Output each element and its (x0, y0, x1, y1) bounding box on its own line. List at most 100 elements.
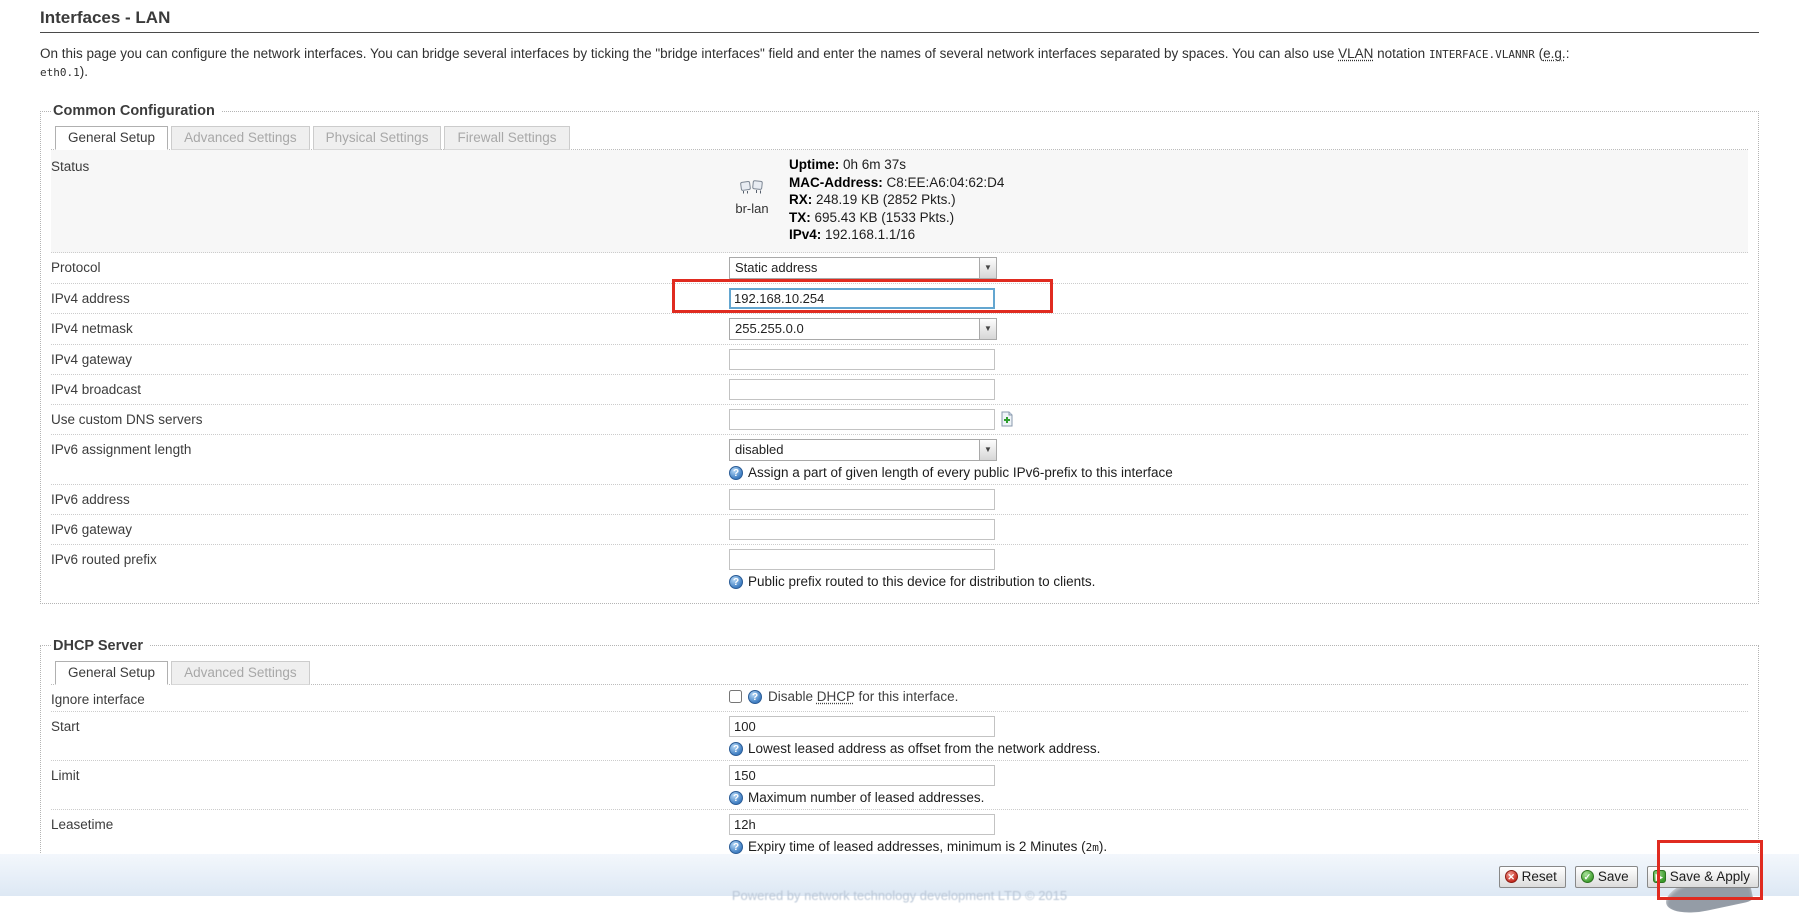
dhcp-leasetime-input[interactable] (729, 814, 995, 835)
dhcp-start-input[interactable] (729, 716, 995, 737)
ignore-interface-row: Ignore interface ? Disable DHCP for this… (51, 685, 1748, 712)
dhcp-leasetime-row: Leasetime ? Expiry time of leased addres… (51, 810, 1748, 858)
description-text-1: On this page you can configure the netwo… (40, 46, 1338, 61)
tab-general-setup[interactable]: General Setup (55, 126, 168, 150)
description-text-5: ). (80, 64, 88, 79)
tab-physical-settings[interactable]: Physical Settings (313, 126, 442, 150)
ignore-interface-help: Disable DHCP for this interface. (768, 689, 958, 704)
common-configuration-section: Common Configuration General Setup Advan… (40, 103, 1759, 604)
ipv6-address-row: IPv6 address (51, 485, 1748, 515)
ipv6-gateway-row: IPv6 gateway (51, 515, 1748, 545)
ignore-interface-label: Ignore interface (51, 689, 729, 707)
tab-advanced-settings[interactable]: Advanced Settings (171, 126, 310, 150)
ipv6-routed-prefix-row: IPv6 routed prefix ? Public prefix route… (51, 545, 1748, 593)
page-description: On this page you can configure the netwo… (40, 45, 1759, 81)
ipv6-gateway-label: IPv6 gateway (51, 519, 729, 537)
protocol-row: Protocol Static address ▼ (51, 253, 1748, 284)
status-mac: MAC-Address: C8:EE:A6:04:62:D4 (789, 174, 1004, 192)
status-info: Uptime: 0h 6m 37s MAC-Address: C8:EE:A6:… (789, 156, 1004, 244)
ipv4-netmask-row: IPv4 netmask 255.255.0.0 ▼ (51, 314, 1748, 345)
ipv6-gateway-input[interactable] (729, 519, 995, 540)
reset-button[interactable]: ✕ Reset (1499, 866, 1566, 888)
dhcp-tab-advanced-settings[interactable]: Advanced Settings (171, 661, 310, 685)
leasetime-min-code: 2m (1086, 841, 1099, 854)
ipv6-assignment-help: ? Assign a part of given length of every… (729, 465, 1748, 480)
apply-play-icon: ▶ (1653, 870, 1666, 883)
dhcp-limit-help: ? Maximum number of leased addresses. (729, 790, 1748, 805)
dhcp-leasetime-help: ? Expiry time of leased addresses, minim… (729, 839, 1748, 854)
ipv4-netmask-label: IPv4 netmask (51, 318, 729, 336)
dhcp-leasetime-label: Leasetime (51, 814, 729, 832)
status-rx: RX: 248.19 KB (2852 Pkts.) (789, 191, 1004, 209)
interfaces-lan-page: Interfaces - LAN On this page you can co… (0, 8, 1799, 896)
help-icon: ? (729, 575, 743, 589)
tab-firewall-settings[interactable]: Firewall Settings (444, 126, 569, 150)
description-text-2: notation (1373, 46, 1429, 61)
protocol-label: Protocol (51, 257, 729, 275)
interface-vlannr-code: INTERFACE.VLANNR (1429, 48, 1535, 61)
dhcp-server-section: DHCP Server General Setup Advanced Setti… (40, 638, 1759, 877)
status-row: Status (51, 150, 1748, 253)
ipv4-gateway-input[interactable] (729, 349, 995, 370)
custom-dns-label: Use custom DNS servers (51, 409, 729, 427)
custom-dns-input[interactable] (729, 409, 995, 430)
description-text-3: ( (1535, 46, 1543, 61)
ipv6-routed-prefix-help: ? Public prefix routed to this device fo… (729, 574, 1748, 589)
help-icon: ? (729, 742, 743, 756)
chevron-down-icon[interactable]: ▼ (979, 319, 996, 339)
protocol-selected-value: Static address (730, 258, 979, 278)
save-apply-button[interactable]: ▶ Save & Apply (1647, 866, 1759, 888)
dhcp-limit-input[interactable] (729, 765, 995, 786)
save-button[interactable]: ✓ Save (1575, 866, 1638, 888)
reset-icon: ✕ (1505, 870, 1518, 883)
ipv6-address-label: IPv6 address (51, 489, 729, 507)
help-icon: ? (729, 791, 743, 805)
ipv6-assignment-label: IPv6 assignment length (51, 439, 729, 457)
ipv4-netmask-selected-value: 255.255.0.0 (730, 319, 979, 339)
footer-text: Powered by network technology developmen… (0, 888, 1799, 903)
status-uptime: Uptime: 0h 6m 37s (789, 156, 1004, 174)
ipv6-routed-prefix-label: IPv6 routed prefix (51, 549, 729, 567)
ipv4-broadcast-label: IPv4 broadcast (51, 379, 729, 397)
ipv4-address-label: IPv4 address (51, 288, 729, 306)
page-title: Interfaces - LAN (40, 8, 1759, 33)
common-config-tabs: General Setup Advanced Settings Physical… (51, 123, 1748, 150)
ipv4-gateway-label: IPv4 gateway (51, 349, 729, 367)
custom-dns-row: Use custom DNS servers (51, 405, 1748, 435)
ipv6-routed-prefix-input[interactable] (729, 549, 995, 570)
chevron-down-icon[interactable]: ▼ (979, 258, 996, 278)
eg-abbr: e.g. (1543, 46, 1566, 61)
ipv6-assignment-row: IPv6 assignment length disabled ▼ ? Assi… (51, 435, 1748, 485)
ipv4-netmask-select[interactable]: 255.255.0.0 ▼ (729, 318, 997, 340)
dhcp-server-legend: DHCP Server (51, 638, 149, 654)
ipv6-assignment-selected-value: disabled (730, 440, 979, 460)
ipv4-broadcast-row: IPv4 broadcast (51, 375, 1748, 405)
help-icon: ? (729, 840, 743, 854)
protocol-select[interactable]: Static address ▼ (729, 257, 997, 279)
ipv4-address-input[interactable] (729, 288, 995, 309)
ipv6-address-input[interactable] (729, 489, 995, 510)
dhcp-tabs: General Setup Advanced Settings (51, 658, 1748, 685)
ignore-interface-checkbox[interactable] (729, 690, 742, 703)
chevron-down-icon[interactable]: ▼ (979, 440, 996, 460)
dhcp-limit-row: Limit ? Maximum number of leased address… (51, 761, 1748, 810)
eth01-code: eth0.1 (40, 66, 80, 79)
dhcp-start-row: Start ? Lowest leased address as offset … (51, 712, 1748, 761)
device-block: br-lan (729, 156, 775, 244)
ipv4-gateway-row: IPv4 gateway (51, 345, 1748, 375)
ipv6-assignment-select[interactable]: disabled ▼ (729, 439, 997, 461)
help-icon: ? (729, 466, 743, 480)
device-name: br-lan (729, 201, 775, 216)
ipv4-address-row: IPv4 address (51, 284, 1748, 314)
dhcp-start-label: Start (51, 716, 729, 734)
save-check-icon: ✓ (1581, 870, 1594, 883)
status-tx: TX: 695.43 KB (1533 Pkts.) (789, 209, 1004, 227)
description-text-4: : (1566, 46, 1570, 61)
status-label: Status (51, 156, 729, 174)
dhcp-abbr: DHCP (817, 689, 855, 704)
ipv4-broadcast-input[interactable] (729, 379, 995, 400)
add-entry-icon[interactable] (999, 411, 1015, 427)
dhcp-start-help: ? Lowest leased address as offset from t… (729, 741, 1748, 756)
dhcp-tab-general-setup[interactable]: General Setup (55, 661, 168, 685)
action-button-bar: ✕ Reset ✓ Save ▶ Save & Apply (1499, 866, 1759, 888)
